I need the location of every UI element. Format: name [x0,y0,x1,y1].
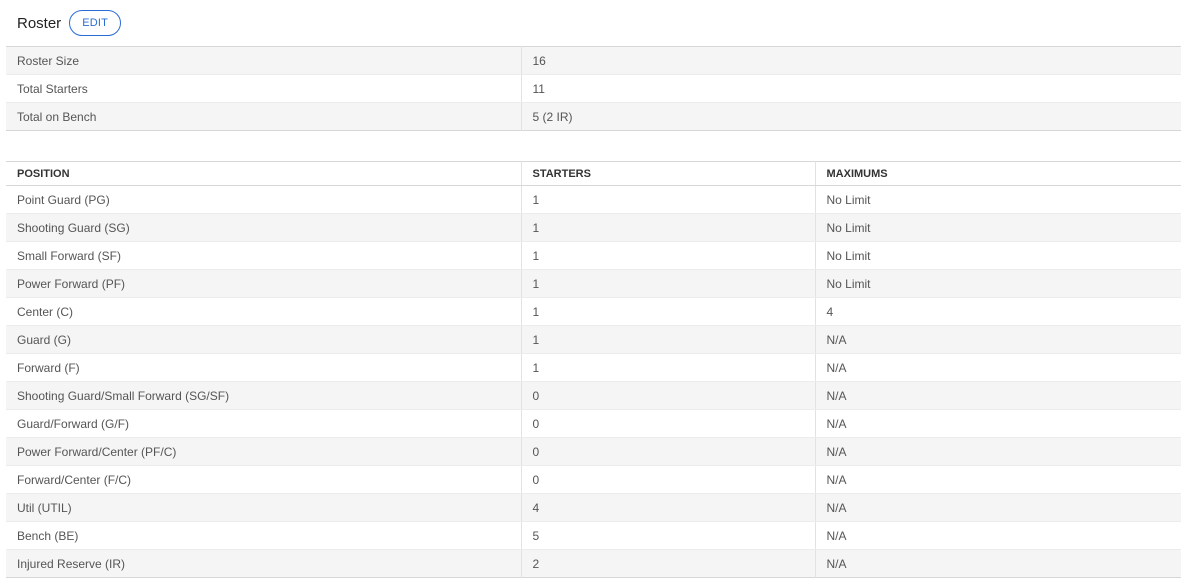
table-row: Roster Size 16 [6,46,1181,75]
roster-summary-table: Roster Size 16 Total Starters 11 Total o… [6,46,1181,131]
roster-panel: Roster EDIT Roster Size 16 Total Starter… [0,0,1189,578]
position-cell: Guard/Forward (G/F) [6,409,522,438]
table-row: Shooting Guard/Small Forward (SG/SF) 0 N… [6,381,1181,410]
maximums-cell: N/A [815,325,1181,354]
maximums-cell: N/A [815,493,1181,522]
position-cell: Forward (F) [6,353,522,382]
table-row: Small Forward (SF) 1 No Limit [6,241,1181,270]
starters-cell: 2 [521,549,816,578]
roster-header: Roster EDIT [6,0,1181,46]
table-row: Power Forward (PF) 1 No Limit [6,269,1181,298]
table-header-row: POSITION STARTERS MAXIMUMS [6,161,1181,186]
table-row: Shooting Guard (SG) 1 No Limit [6,213,1181,242]
starters-cell: 0 [521,381,816,410]
maximums-cell: No Limit [815,241,1181,270]
column-header-position: POSITION [6,161,522,186]
summary-label: Total on Bench [6,102,522,131]
table-row: Injured Reserve (IR) 2 N/A [6,549,1181,578]
position-cell: Forward/Center (F/C) [6,465,522,494]
maximums-cell: N/A [815,381,1181,410]
position-cell: Shooting Guard/Small Forward (SG/SF) [6,381,522,410]
table-row: Bench (BE) 5 N/A [6,521,1181,550]
position-cell: Center (C) [6,297,522,326]
table-row: Power Forward/Center (PF/C) 0 N/A [6,437,1181,466]
starters-cell: 0 [521,465,816,494]
table-row: Total on Bench 5 (2 IR) [6,102,1181,131]
starters-cell: 1 [521,213,816,242]
edit-button[interactable]: EDIT [69,10,122,36]
maximums-cell: N/A [815,409,1181,438]
summary-value: 11 [521,74,1181,103]
position-cell: Small Forward (SF) [6,241,522,270]
maximums-cell: No Limit [815,213,1181,242]
starters-cell: 1 [521,353,816,382]
maximums-cell: No Limit [815,185,1181,214]
starters-cell: 1 [521,269,816,298]
page-title: Roster [17,14,62,32]
starters-cell: 5 [521,521,816,550]
maximums-cell: N/A [815,353,1181,382]
starters-cell: 4 [521,493,816,522]
position-cell: Injured Reserve (IR) [6,549,522,578]
position-cell: Power Forward (PF) [6,269,522,298]
summary-value: 5 (2 IR) [521,102,1181,131]
table-row: Center (C) 1 4 [6,297,1181,326]
maximums-cell: N/A [815,549,1181,578]
table-row: Guard (G) 1 N/A [6,325,1181,354]
starters-cell: 1 [521,185,816,214]
position-cell: Guard (G) [6,325,522,354]
maximums-cell: N/A [815,521,1181,550]
table-row: Total Starters 11 [6,74,1181,103]
position-cell: Util (UTIL) [6,493,522,522]
position-cell: Bench (BE) [6,521,522,550]
position-cell: Power Forward/Center (PF/C) [6,437,522,466]
summary-value: 16 [521,46,1181,75]
summary-label: Roster Size [6,46,522,75]
column-header-maximums: MAXIMUMS [815,161,1181,186]
starters-cell: 1 [521,325,816,354]
table-row: Forward (F) 1 N/A [6,353,1181,382]
summary-label: Total Starters [6,74,522,103]
table-row: Point Guard (PG) 1 No Limit [6,185,1181,214]
position-cell: Shooting Guard (SG) [6,213,522,242]
maximums-cell: No Limit [815,269,1181,298]
position-cell: Point Guard (PG) [6,185,522,214]
starters-cell: 0 [521,409,816,438]
starters-cell: 1 [521,297,816,326]
starters-cell: 1 [521,241,816,270]
maximums-cell: 4 [815,297,1181,326]
positions-table: POSITION STARTERS MAXIMUMS Point Guard (… [6,161,1181,578]
table-row: Forward/Center (F/C) 0 N/A [6,465,1181,494]
table-row: Guard/Forward (G/F) 0 N/A [6,409,1181,438]
maximums-cell: N/A [815,465,1181,494]
column-header-starters: STARTERS [521,161,816,186]
starters-cell: 0 [521,437,816,466]
table-row: Util (UTIL) 4 N/A [6,493,1181,522]
maximums-cell: N/A [815,437,1181,466]
